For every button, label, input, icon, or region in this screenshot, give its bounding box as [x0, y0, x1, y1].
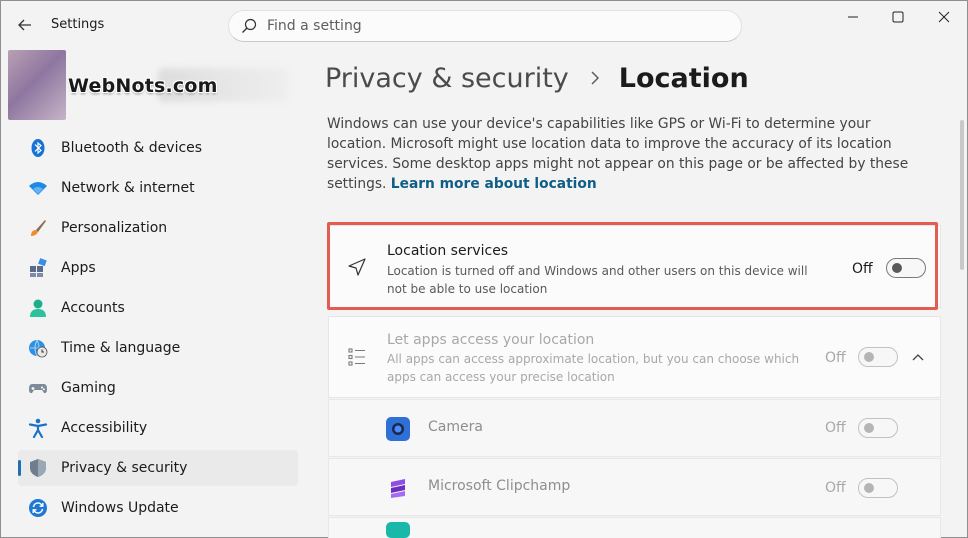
title-bar: Settings [0, 0, 968, 50]
toggle-knob [892, 263, 902, 273]
page-title: Location [618, 62, 749, 94]
avatar [8, 50, 66, 120]
app-name: Microsoft Clipchamp [428, 478, 571, 494]
back-arrow-icon[interactable] [16, 16, 34, 34]
apps-icon [28, 258, 48, 278]
breadcrumb-parent[interactable]: Privacy & security [325, 63, 569, 94]
sidebar-item-apps[interactable]: Apps [18, 250, 298, 286]
accessibility-icon [28, 418, 48, 438]
app-name: Camera [428, 419, 483, 435]
app-icon [386, 522, 410, 538]
app-state: Off [825, 480, 846, 496]
person-icon [28, 298, 48, 318]
list-icon [348, 348, 365, 366]
scrollbar[interactable] [960, 120, 964, 270]
learn-more-link[interactable]: Learn more about location [391, 176, 597, 192]
globe-clock-icon [28, 338, 48, 358]
location-services-toggle[interactable] [886, 258, 926, 278]
app-row-camera: Camera Off [328, 399, 941, 457]
search-icon [242, 18, 257, 33]
location-services-card[interactable]: Location services Location is turned off… [328, 225, 941, 308]
breadcrumb: Privacy & security Location [325, 58, 749, 98]
close-icon[interactable] [929, 8, 959, 26]
location-services-subtitle: Location is turned off and Windows and o… [387, 264, 808, 296]
apps-access-subtitle: All apps can access approximate location… [387, 352, 800, 384]
gamepad-icon [28, 378, 48, 398]
location-description: Windows can use your device's capabiliti… [327, 116, 909, 192]
sidebar-item-time-language[interactable]: Time & language [18, 330, 298, 366]
apps-access-toggle[interactable] [858, 347, 898, 367]
search-input[interactable] [267, 15, 727, 37]
apps-access-card[interactable]: Let apps access your location All apps c… [328, 316, 941, 398]
clipchamp-app-icon [386, 476, 410, 500]
sidebar-item-personalization[interactable]: Personalization [18, 210, 298, 246]
maximize-icon[interactable] [883, 8, 913, 26]
sidebar-item-privacy-security[interactable]: Privacy & security [18, 450, 298, 486]
camera-location-toggle[interactable] [858, 418, 898, 438]
user-profile[interactable]: WebNots.com [8, 50, 298, 120]
bluetooth-icon [28, 138, 48, 158]
search-box[interactable] [228, 10, 742, 42]
apps-access-state: Off [825, 350, 846, 366]
sidebar-nav: Bluetooth & devices Network & internet P… [18, 130, 298, 530]
camera-app-icon [386, 417, 410, 441]
wifi-icon [28, 178, 48, 198]
location-services-state: Off [852, 261, 873, 277]
watermark-logo: WebNots.com [68, 75, 218, 97]
clipchamp-location-toggle[interactable] [858, 478, 898, 498]
brush-icon [28, 218, 48, 238]
toggle-knob [864, 423, 874, 433]
sidebar-item-accounts[interactable]: Accounts [18, 290, 298, 326]
chevron-right-icon [591, 71, 599, 85]
app-state: Off [825, 420, 846, 436]
chevron-up-icon[interactable] [911, 351, 925, 363]
apps-access-title: Let apps access your location [387, 332, 595, 348]
minimize-icon[interactable] [838, 8, 868, 26]
sidebar-item-network[interactable]: Network & internet [18, 170, 298, 206]
app-title: Settings [51, 17, 105, 32]
sidebar-item-bluetooth[interactable]: Bluetooth & devices [18, 130, 298, 166]
app-row-clipchamp: Microsoft Clipchamp Off [328, 458, 941, 516]
shield-icon [28, 458, 48, 478]
sidebar-item-gaming[interactable]: Gaming [18, 370, 298, 406]
toggle-knob [864, 352, 874, 362]
sidebar-item-accessibility[interactable]: Accessibility [18, 410, 298, 446]
location-services-title: Location services [387, 243, 509, 259]
toggle-knob [864, 483, 874, 493]
sidebar-item-windows-update[interactable]: Windows Update [18, 490, 298, 526]
app-row-partial [328, 517, 941, 538]
update-icon [28, 498, 48, 518]
location-arrow-icon [348, 258, 366, 276]
